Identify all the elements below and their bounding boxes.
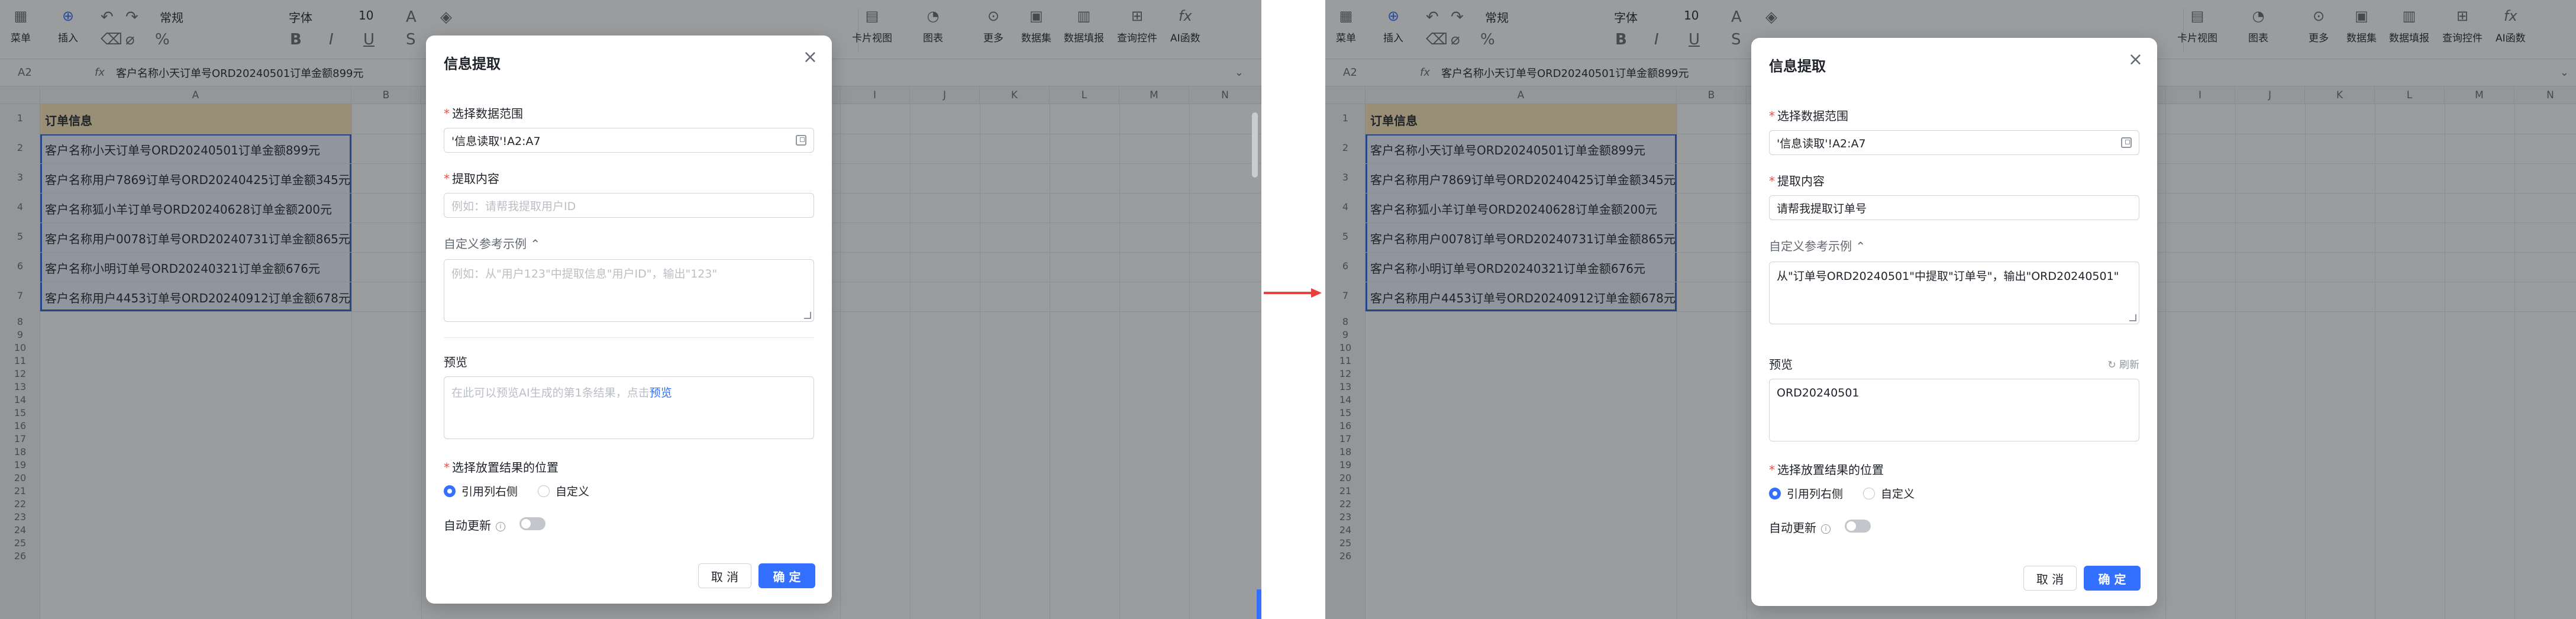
close-icon[interactable]: × [2128,51,2143,69]
dialog-title: 信息提取 [444,56,501,72]
auto-update-toggle[interactable] [1845,520,1871,533]
range-picker-icon[interactable] [2121,137,2132,148]
left-screenshot-panel: ▦ 菜单 ⊕ 插入 ↶ ↷ ⌫ ⌀ 常规 % 字体 10 B I U A ◈ S ▤… [0,0,1261,619]
range-label: * 选择数据范围 [444,107,523,121]
custom-example-toggle[interactable]: 自定义参考示例 ⌃ [1769,237,1865,254]
preview-link[interactable]: 预览 [650,386,672,399]
chevron-up-icon: ⌃ [1855,239,1866,253]
preview-label: 预览 [1769,357,1793,372]
radio-custom[interactable] [1863,487,1875,499]
radio-custom[interactable] [538,485,550,497]
info-extract-dialog: 信息提取 × * 选择数据范围 '信息读取'!A2:A7 * 提取内容 请帮我提取订… [1751,38,2157,606]
cancel-button[interactable]: 取 消 [2023,566,2077,591]
auto-update-label: 自动更新 i [444,516,505,533]
confirm-button[interactable]: 确 定 [758,563,815,588]
extract-label: * 提取内容 [1769,174,1825,188]
extract-input[interactable]: 请帮我提取订单号 [1769,195,2139,220]
resize-handle-icon[interactable] [804,312,811,319]
custom-example-toggle[interactable]: 自定义参考示例 ⌃ [444,234,540,252]
extract-label: * 提取内容 [444,172,499,186]
auto-update-toggle[interactable] [519,517,545,530]
right-screenshot-panel: ▦ 菜单 ⊕ 插入 ↶ ↷ ⌫ ⌀ 常规 % 字体 10 B I U A ◈ S ▤… [1325,0,2576,619]
preview-label: 预览 [444,355,467,369]
range-input[interactable]: '信息读取'!A2:A7 [444,128,814,153]
dialog-title: 信息提取 [1769,58,1826,75]
info-extract-dialog: 信息提取 × * 选择数据范围 '信息读取'!A2:A7 * 提取内容 例如：请帮我… [426,36,832,604]
range-picker-icon[interactable] [796,135,806,146]
custom-example-textarea[interactable]: 例如：从"用户123"中提取信息"用户ID"，输出"123" [444,259,814,322]
range-input[interactable]: '信息读取'!A2:A7 [1769,130,2139,155]
auto-update-label: 自动更新 i [1769,518,1831,536]
transition-arrow-icon [1264,288,1322,298]
cancel-button[interactable]: 取 消 [698,563,751,588]
info-icon: i [496,521,505,531]
vertical-scrollbar[interactable] [1252,112,1258,178]
position-label: * 选择放置结果的位置 [1769,463,1884,477]
assistant-tab[interactable] [1257,589,1261,619]
position-radio-group: 引用列右侧 自定义 [1769,485,1915,501]
divider [444,337,814,338]
extract-input[interactable]: 例如：请帮我提取用户ID [444,193,814,218]
close-icon[interactable]: × [803,49,818,66]
position-radio-group: 引用列右侧 自定义 [444,483,589,499]
refresh-button[interactable]: ↻ 刷新 [2107,356,2139,371]
radio-right-of-column[interactable] [1769,487,1781,499]
preview-box: ORD20240501 [1769,379,2139,441]
radio-right-of-column[interactable] [444,485,456,497]
resize-handle-icon[interactable] [2129,314,2136,321]
custom-example-textarea[interactable]: 从"订单号ORD20240501"中提取"订单号"，输出"ORD20240501… [1769,262,2139,324]
range-label: * 选择数据范围 [1769,109,1848,123]
chevron-up-icon: ⌃ [530,237,541,251]
refresh-icon: ↻ [2107,359,2116,371]
preview-box: 在此可以预览AI生成的第1条结果，点击预览 [444,376,814,439]
position-label: * 选择放置结果的位置 [444,460,559,475]
confirm-button[interactable]: 确 定 [2084,566,2141,591]
info-icon: i [1821,524,1831,534]
